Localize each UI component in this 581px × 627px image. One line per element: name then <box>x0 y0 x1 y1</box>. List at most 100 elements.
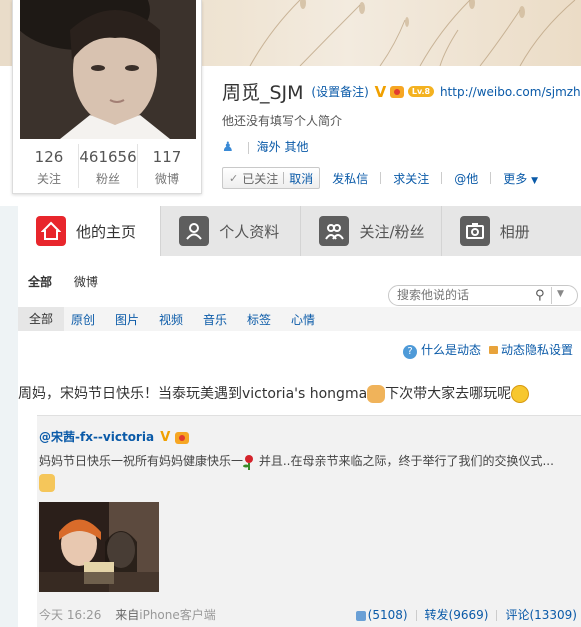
level-badge: Lv.8 <box>407 86 435 97</box>
comment-button[interactable]: 评论(13309) <box>505 608 577 622</box>
tab-label: 他的主页 <box>76 222 137 241</box>
repost-author: @宋茜-fx--victoria V <box>39 428 189 445</box>
divider <box>490 172 492 184</box>
send-message-link[interactable]: 发私信 <box>332 170 368 187</box>
repost-thumbnail-image[interactable] <box>39 502 159 592</box>
profile-icon <box>179 216 210 246</box>
repost-actions: (5108) 转发(9669) 评论(13309) <box>355 606 577 623</box>
vip-crown-icon <box>390 85 405 98</box>
profile-tabs: 他的主页 个人资料 关注/粉丝 相册 <box>18 206 581 256</box>
repost-author-link[interactable]: @宋茜-fx--victoria <box>39 430 154 444</box>
profile-url-link[interactable]: http://weibo.com/sjmzhou <box>440 85 581 99</box>
profile-actions: ✓ 已关注 取消 发私信 求关注 @他 更多 ▼ <box>222 166 538 190</box>
more-dropdown[interactable]: 更多 ▼ <box>503 170 538 187</box>
ask-follow-link[interactable]: 求关注 <box>393 170 429 187</box>
feed-panel: 全部 微博 ⚲ ▼ 全部 原创 图片 视频 音乐 标签 心情 ? 什么是动态 动态隐… <box>18 256 581 627</box>
divider <box>415 610 417 621</box>
filter-tags[interactable]: 标签 <box>247 311 271 328</box>
filter-mood[interactable]: 心情 <box>291 311 315 328</box>
stat-label: 粉丝 <box>95 172 120 186</box>
stat-followers[interactable]: 461656 粉丝 <box>79 144 138 188</box>
followed-label: 已关注 <box>242 171 279 186</box>
stat-label: 微博 <box>154 172 179 186</box>
profile-stats: 126 关注 461656 粉丝 117 微博 <box>20 144 196 188</box>
activity-privacy-link[interactable]: 动态隐私设置 <box>501 343 573 357</box>
camera-icon <box>459 216 490 246</box>
lock-icon <box>489 346 499 354</box>
activity-help: ? 什么是动态 动态隐私设置 <box>403 341 573 359</box>
help-icon: ? <box>403 345 417 359</box>
feed-search: ⚲ ▼ <box>388 285 578 306</box>
verified-icon: V <box>160 430 171 445</box>
vip-crown-icon <box>174 431 189 444</box>
rock-hand-emoji-icon <box>367 385 386 403</box>
source-link[interactable]: iPhone客户端 <box>139 608 216 622</box>
search-icon[interactable]: ⚲ <box>535 288 545 303</box>
feed-filter-bar: 全部 原创 图片 视频 音乐 标签 心情 <box>18 307 581 331</box>
repost-footer: 今天 16:26 来自iPhone客户端 (5108) 转发(9669) 评论(13… <box>39 606 579 623</box>
subtab-weibo[interactable]: 微博 <box>74 275 98 289</box>
filter-original[interactable]: 原创 <box>71 311 95 328</box>
more-label: 更多 <box>503 171 528 186</box>
thumbs-up-icon <box>355 610 366 621</box>
stat-number: 461656 <box>79 148 137 166</box>
stat-following[interactable]: 126 关注 <box>20 144 79 188</box>
profile-bio: 他还没有填写个人简介 <box>222 114 343 128</box>
repost-button[interactable]: 转发(9669) <box>425 608 489 622</box>
tab-profile[interactable]: 个人资料 <box>160 206 301 256</box>
what-is-activity-link[interactable]: 什么是动态 <box>421 343 481 357</box>
rose-emoji-icon <box>243 454 255 470</box>
filter-music[interactable]: 音乐 <box>203 311 227 328</box>
source-prefix: 来自 <box>115 608 140 622</box>
unfollow-button[interactable]: 取消 <box>289 170 313 187</box>
repost-text-part: 并且..在母亲节来临之际，终于举行了我们的交换仪式... <box>258 454 554 468</box>
tab-label: 关注/粉丝 <box>359 222 425 241</box>
person-icon: ♟ <box>222 140 234 155</box>
repost-text: 妈妈节日快乐一祝所有妈妈健康快乐一 并且..在母亲节来临之际，终于举行了我们的交… <box>39 452 579 470</box>
followed-button[interactable]: ✓ 已关注 取消 <box>222 167 321 189</box>
divider <box>441 172 443 184</box>
filter-all[interactable]: 全部 <box>18 307 64 331</box>
divider <box>247 141 249 154</box>
avatar-card: 126 关注 461656 粉丝 117 微博 <box>12 0 202 194</box>
thinking-face-emoji-icon <box>511 385 530 403</box>
filter-pictures[interactable]: 图片 <box>115 311 139 328</box>
feed-subtabs: 全部 微博 <box>28 273 116 290</box>
tab-label: 个人资料 <box>219 222 280 241</box>
stat-label: 关注 <box>36 172 61 186</box>
filter-video[interactable]: 视频 <box>159 311 183 328</box>
like-count: (5108) <box>367 608 408 622</box>
chevron-down-icon[interactable]: ▼ <box>557 289 564 299</box>
divider <box>283 172 285 184</box>
stat-posts[interactable]: 117 微博 <box>138 144 196 188</box>
post-time-link[interactable]: 今天 16:26 <box>39 608 101 622</box>
like-button[interactable]: (5108) <box>355 608 408 622</box>
profile-name-row: 周觅_SJM (设置备注) V Lv.8 http://weibo.com/sj… <box>222 78 581 106</box>
chevron-down-icon: ▼ <box>531 175 539 186</box>
post-text-part: 下次带大家去哪玩呢 <box>385 386 512 402</box>
subtab-all[interactable]: 全部 <box>28 275 52 289</box>
profile-name: 周觅_SJM <box>222 82 304 104</box>
post-text: 周妈，宋妈节日快乐！当泰玩美遇到victoria's hongma 下次带大家去哪… <box>18 383 581 403</box>
profile-location-row: ♟ 海外 其他 <box>222 138 308 156</box>
set-remark-link[interactable]: (设置备注) <box>311 85 368 99</box>
tab-album[interactable]: 相册 <box>440 206 581 256</box>
check-icon: ✓ <box>229 171 239 185</box>
avatar[interactable] <box>20 0 196 139</box>
search-input[interactable] <box>397 288 527 302</box>
post-text-part: 周妈，宋妈节日快乐！当泰玩美遇到victoria's hongma <box>18 386 368 402</box>
peace-hand-emoji-icon <box>39 474 55 492</box>
reposted-weibo: @宋茜-fx--victoria V 妈妈节日快乐一祝所有妈妈健康快乐一 并且.… <box>37 415 581 627</box>
mention-link[interactable]: @他 <box>454 170 478 187</box>
verified-icon: V <box>374 82 387 101</box>
location-link[interactable]: 海外 其他 <box>257 140 309 154</box>
divider <box>380 172 382 184</box>
home-icon <box>36 216 66 246</box>
divider <box>551 287 552 304</box>
divider <box>496 610 498 621</box>
repost-text-part: 妈妈节日快乐一祝所有妈妈健康快乐一 <box>39 454 244 468</box>
tab-label: 相册 <box>499 222 530 241</box>
followers-icon <box>319 216 350 246</box>
tab-followers[interactable]: 关注/粉丝 <box>300 206 441 256</box>
tab-home[interactable]: 他的主页 <box>18 206 161 256</box>
